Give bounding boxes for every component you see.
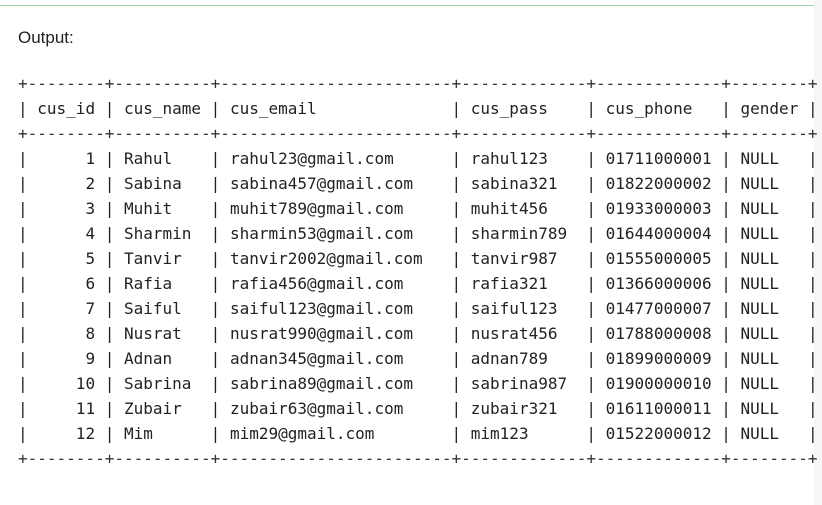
cell-cus_email: saiful123@gmail.com: [220, 299, 452, 318]
cell-cus_id: 2: [27, 174, 105, 193]
table-row: | 6 | Rafia | rafia456@gmail.com | rafia…: [18, 274, 818, 293]
cell-cus_phone: 01900000010: [596, 374, 722, 393]
cell-cus_name: Mim: [114, 424, 211, 443]
cell-cus_id: 7: [27, 299, 105, 318]
cell-cus_name: Adnan: [114, 349, 211, 368]
cell-cus_email: rafia456@gmail.com: [220, 274, 452, 293]
cell-cus_name: Sabrina: [114, 374, 211, 393]
table-row: | 12 | Mim | mim29@gmail.com | mim123 | …: [18, 424, 818, 443]
cell-cus_pass: zubair321: [461, 399, 587, 418]
cell-cus_id: 5: [27, 249, 105, 268]
cell-cus_name: Rahul: [114, 149, 211, 168]
table-row: | 3 | Muhit | muhit789@gmail.com | muhit…: [18, 199, 818, 218]
cell-gender: NULL: [730, 274, 808, 293]
cell-cus_phone: 01899000009: [596, 349, 722, 368]
cell-cus_id: 12: [27, 424, 105, 443]
cell-cus_email: zubair63@gmail.com: [220, 399, 452, 418]
cell-cus_name: Sharmin: [114, 224, 211, 243]
cell-cus_phone: 01711000001: [596, 149, 722, 168]
top-divider: [0, 5, 822, 6]
cell-cus_id: 1: [27, 149, 105, 168]
cell-gender: NULL: [730, 149, 808, 168]
cell-cus_phone: 01788000008: [596, 324, 722, 343]
column-header-cus_name: cus_name: [114, 99, 211, 118]
table-border-bottom: +--------+----------+-------------------…: [18, 449, 818, 468]
cell-gender: NULL: [730, 174, 808, 193]
cell-gender: NULL: [730, 374, 808, 393]
cell-cus_email: tanvir2002@gmail.com: [220, 249, 452, 268]
column-header-cus_pass: cus_pass: [461, 99, 587, 118]
cell-cus_email: sabina457@gmail.com: [220, 174, 452, 193]
table-row: | 11 | Zubair | zubair63@gmail.com | zub…: [18, 399, 818, 418]
cell-cus_name: Saiful: [114, 299, 211, 318]
table-header-separator: +--------+----------+-------------------…: [18, 124, 818, 143]
cell-cus_id: 10: [27, 374, 105, 393]
table-row: | 2 | Sabina | sabina457@gmail.com | sab…: [18, 174, 818, 193]
column-header-cus_id: cus_id: [27, 99, 105, 118]
query-result-table: +--------+----------+-------------------…: [18, 71, 818, 471]
table-row: | 7 | Saiful | saiful123@gmail.com | sai…: [18, 299, 818, 318]
column-header-cus_phone: cus_phone: [596, 99, 722, 118]
column-header-cus_email: cus_email: [220, 99, 452, 118]
output-label: Output:: [18, 28, 74, 47]
column-header-gender: gender: [730, 99, 808, 118]
cell-cus_pass: adnan789: [461, 349, 587, 368]
table-header-row: | cus_id | cus_name | cus_email | cus_pa…: [18, 99, 818, 118]
cell-cus_id: 6: [27, 274, 105, 293]
cell-cus_name: Sabina: [114, 174, 211, 193]
cell-gender: NULL: [730, 224, 808, 243]
cell-cus_phone: 01822000002: [596, 174, 722, 193]
cell-cus_phone: 01477000007: [596, 299, 722, 318]
cell-gender: NULL: [730, 349, 808, 368]
cell-gender: NULL: [730, 199, 808, 218]
table-row: | 5 | Tanvir | tanvir2002@gmail.com | ta…: [18, 249, 818, 268]
cell-cus_id: 4: [27, 224, 105, 243]
cell-cus_pass: rahul123: [461, 149, 587, 168]
cell-cus_name: Zubair: [114, 399, 211, 418]
cell-cus_email: rahul23@gmail.com: [220, 149, 452, 168]
cell-cus_pass: sabina321: [461, 174, 587, 193]
table-row: | 1 | Rahul | rahul23@gmail.com | rahul1…: [18, 149, 818, 168]
cell-cus_id: 11: [27, 399, 105, 418]
cell-cus_phone: 01644000004: [596, 224, 722, 243]
cell-cus_name: Rafia: [114, 274, 211, 293]
cell-cus_pass: rafia321: [461, 274, 587, 293]
cell-cus_phone: 01611000011: [596, 399, 722, 418]
cell-cus_pass: saiful123: [461, 299, 587, 318]
table-border-top: +--------+----------+-------------------…: [18, 74, 818, 93]
table-row: | 8 | Nusrat | nusrat990@gmail.com | nus…: [18, 324, 818, 343]
cell-cus_id: 9: [27, 349, 105, 368]
cell-cus_phone: 01933000003: [596, 199, 722, 218]
cell-cus_email: mim29@gmail.com: [220, 424, 452, 443]
cell-cus_phone: 01555000005: [596, 249, 722, 268]
cell-cus_email: adnan345@gmail.com: [220, 349, 452, 368]
cell-cus_email: muhit789@gmail.com: [220, 199, 452, 218]
cell-cus_pass: tanvir987: [461, 249, 587, 268]
cell-cus_id: 8: [27, 324, 105, 343]
table-row: | 10 | Sabrina | sabrina89@gmail.com | s…: [18, 374, 818, 393]
cell-cus_name: Nusrat: [114, 324, 211, 343]
cell-cus_name: Muhit: [114, 199, 211, 218]
cell-cus_email: sabrina89@gmail.com: [220, 374, 452, 393]
cell-cus_name: Tanvir: [114, 249, 211, 268]
cell-cus_id: 3: [27, 199, 105, 218]
cell-cus_pass: sabrina987: [461, 374, 587, 393]
cell-gender: NULL: [730, 424, 808, 443]
cell-gender: NULL: [730, 249, 808, 268]
cell-cus_phone: 01366000006: [596, 274, 722, 293]
cell-cus_email: sharmin53@gmail.com: [220, 224, 452, 243]
cell-cus_email: nusrat990@gmail.com: [220, 324, 452, 343]
cell-gender: NULL: [730, 324, 808, 343]
table-row: | 9 | Adnan | adnan345@gmail.com | adnan…: [18, 349, 818, 368]
cell-cus_pass: nusrat456: [461, 324, 587, 343]
cell-cus_pass: sharmin789: [461, 224, 587, 243]
cell-cus_phone: 01522000012: [596, 424, 722, 443]
cell-cus_pass: muhit456: [461, 199, 587, 218]
cell-cus_pass: mim123: [461, 424, 587, 443]
cell-gender: NULL: [730, 299, 808, 318]
cell-gender: NULL: [730, 399, 808, 418]
table-row: | 4 | Sharmin | sharmin53@gmail.com | sh…: [18, 224, 818, 243]
